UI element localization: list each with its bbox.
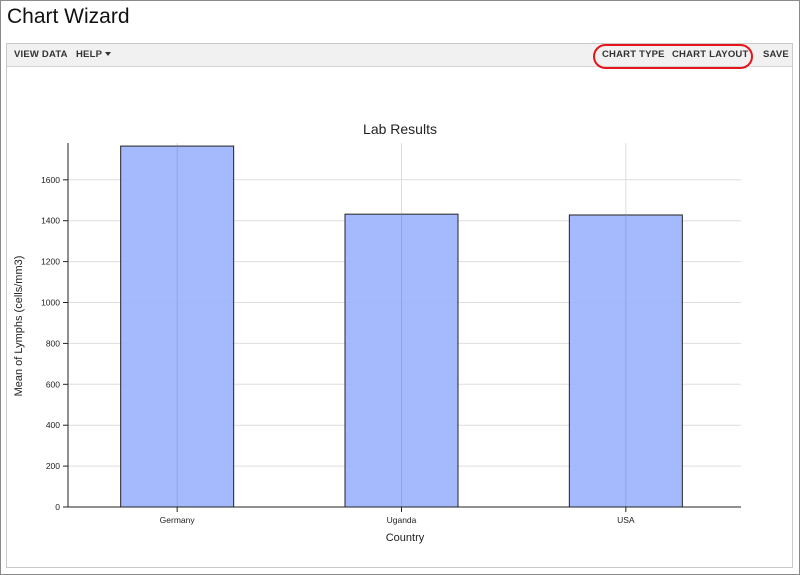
highlight-annotation xyxy=(593,44,753,69)
save-button[interactable]: SAVE xyxy=(763,44,789,67)
help-menu-button[interactable]: HELP xyxy=(76,44,112,67)
y-axis-label: Mean of Lymphs (cells/mm3) xyxy=(13,256,25,397)
y-tick-label: 0 xyxy=(55,502,60,512)
y-tick-label: 400 xyxy=(46,420,60,430)
bar-chart: 0 200 400 600 800 1000 1200 1400 1600 Germany Ugan… xyxy=(13,121,741,544)
save-label: SAVE xyxy=(763,49,789,60)
chart-panel: VIEW DATA HELP CHART TYPE CHART LAYOUT S… xyxy=(6,43,793,568)
x-axis-label: Country xyxy=(386,532,425,544)
page-title: Chart Wizard xyxy=(7,5,130,28)
x-tick-label: Germany xyxy=(160,515,196,525)
chart-title: Lab Results xyxy=(363,121,437,137)
help-label: HELP xyxy=(76,49,103,60)
view-data-label: VIEW DATA xyxy=(14,49,68,60)
y-tick-label: 600 xyxy=(46,379,60,389)
x-tick-label: USA xyxy=(617,515,635,525)
y-tick-label: 200 xyxy=(46,461,60,471)
y-tick-label: 1400 xyxy=(41,216,60,226)
y-tick-label: 1200 xyxy=(41,257,60,267)
x-tick-label: Uganda xyxy=(387,515,417,525)
y-tick-label: 800 xyxy=(46,338,60,348)
chevron-down-icon xyxy=(105,52,112,57)
view-data-button[interactable]: VIEW DATA xyxy=(14,44,68,67)
y-tick-label: 1000 xyxy=(41,298,60,308)
y-tick-label: 1600 xyxy=(41,175,60,185)
